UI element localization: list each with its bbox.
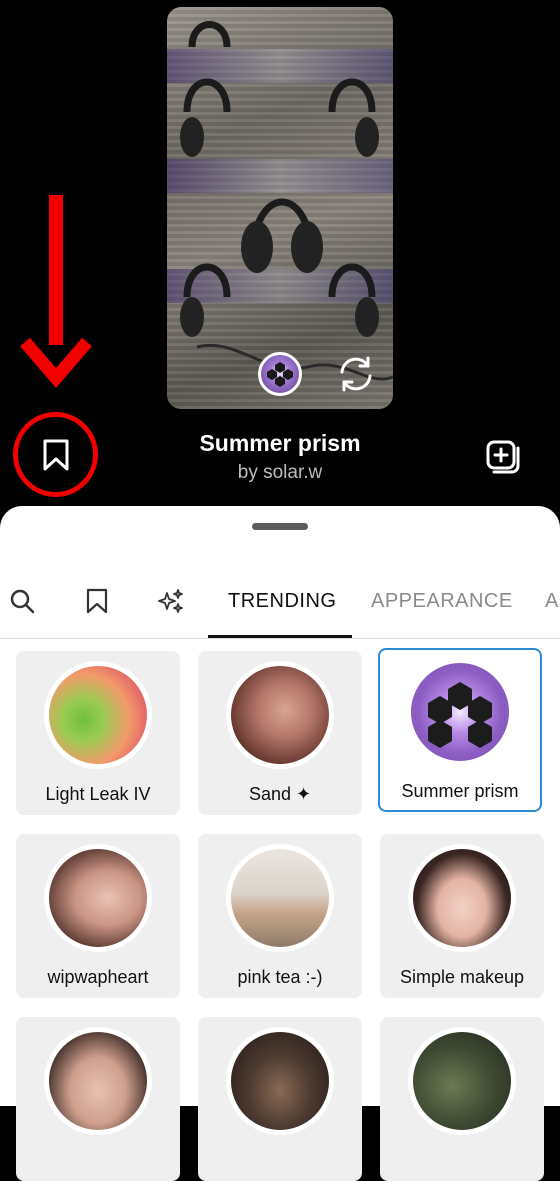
effect-thumbnail: [44, 844, 152, 952]
effect-tile-label: wipwapheart: [47, 967, 149, 987]
effect-thumbnail: [226, 1027, 334, 1135]
effect-thumbnail: [408, 1027, 516, 1135]
tab-trending[interactable]: TRENDING: [228, 590, 336, 613]
effect-thumbnail: [226, 661, 334, 769]
effect-thumbnail: [406, 658, 514, 766]
sparkles-icon[interactable]: [158, 588, 184, 614]
bookmark-icon[interactable]: [84, 588, 110, 614]
hexagon-icon: [267, 362, 293, 387]
camera-preview: [167, 7, 393, 409]
annotation-arrow-head: [20, 337, 92, 388]
tab-partial[interactable]: A: [545, 590, 559, 613]
hexagon-icon: [428, 682, 492, 748]
effect-thumbnail: [44, 661, 152, 769]
effect-tile[interactable]: wipwapheart: [16, 834, 180, 998]
effect-tile-label: Simple makeup: [399, 967, 525, 987]
effect-tile-label: pink tea :-): [237, 967, 323, 987]
effect-tile-label: Sand ✦: [248, 784, 312, 804]
effect-tile-label: Light Leak IV: [45, 784, 151, 804]
effect-tile[interactable]: Simple makeup: [380, 834, 544, 998]
effect-tile[interactable]: [198, 1017, 362, 1181]
add-to-collection-icon[interactable]: [484, 438, 522, 476]
effects-tab-bar: TRENDING APPEARANCE A: [0, 566, 560, 639]
active-tab-indicator: [208, 635, 352, 638]
effect-thumbnail: [408, 844, 516, 952]
effect-tile-selected[interactable]: Summer prism: [378, 648, 542, 812]
flip-camera-icon[interactable]: [334, 352, 378, 396]
annotation-arrow-shaft: [49, 195, 63, 345]
search-icon[interactable]: [9, 588, 35, 614]
current-effect-button[interactable]: [258, 352, 302, 396]
effect-thumbnail: [44, 1027, 152, 1135]
effect-tile[interactable]: pink tea :-): [198, 834, 362, 998]
effect-tile-label: Summer prism: [401, 781, 519, 801]
effect-tile[interactable]: [16, 1017, 180, 1181]
effect-tile[interactable]: [380, 1017, 544, 1181]
sheet-drag-handle[interactable]: [252, 523, 308, 530]
effect-thumbnail: [226, 844, 334, 952]
effects-sheet: TRENDING APPEARANCE A Light Leak IV Sand…: [0, 506, 560, 1181]
effect-tile[interactable]: Light Leak IV: [16, 651, 180, 815]
tab-appearance[interactable]: APPEARANCE: [371, 590, 513, 613]
effect-author[interactable]: by solar.w: [0, 462, 560, 484]
effect-tile[interactable]: Sand ✦: [198, 651, 362, 815]
headphones-image: [180, 21, 393, 381]
effect-title: Summer prism: [199, 430, 361, 456]
